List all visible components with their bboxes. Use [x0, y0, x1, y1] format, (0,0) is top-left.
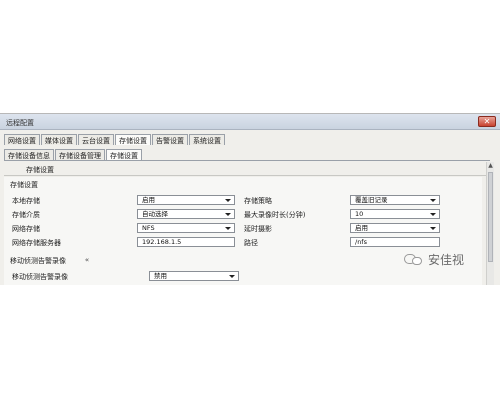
- settings-content: 存储设置 本地存储 启用 存储介质 自动选择 网络存储 NFS 网络存储服务器 …: [4, 177, 482, 285]
- tab-divider: [4, 160, 490, 161]
- sub-tab-0[interactable]: 存储设备信息: [4, 149, 54, 160]
- dropdown-arrow-icon: [430, 199, 436, 202]
- chat-bubble-icon: [404, 252, 424, 268]
- sub-tab-bar: 存储设备信息 存储设备管理 存储设置: [4, 149, 143, 160]
- local-storage-value: 启用: [142, 196, 155, 204]
- panel-heading: 存储设置: [26, 166, 54, 174]
- main-tab-0[interactable]: 网络设置: [4, 134, 40, 145]
- path-label: 路径: [244, 239, 258, 247]
- nas-server-input[interactable]: 192.168.1.5: [137, 237, 235, 247]
- timelapse-select[interactable]: 启用: [350, 223, 440, 233]
- storage-policy-label: 存储策略: [244, 197, 272, 205]
- main-tab-5[interactable]: 系统设置: [189, 134, 225, 145]
- local-storage-label: 本地存储: [12, 197, 40, 205]
- group-title: 存储设置: [10, 181, 38, 189]
- dropdown-arrow-icon: [229, 275, 235, 278]
- scroll-thumb[interactable]: [488, 172, 493, 262]
- path-value: /nfs: [355, 238, 367, 246]
- main-tab-2[interactable]: 云台设置: [78, 134, 114, 145]
- network-storage-select[interactable]: NFS: [137, 223, 235, 233]
- main-tab-3[interactable]: 存储设置: [115, 134, 151, 145]
- storage-media-label: 存储介质: [12, 211, 40, 219]
- max-record-duration-select[interactable]: 10: [350, 209, 440, 219]
- local-storage-select[interactable]: 启用: [137, 195, 235, 205]
- storage-media-value: 自动选择: [142, 210, 168, 218]
- main-tab-1[interactable]: 媒体设置: [41, 134, 77, 145]
- title-bar: 远程配置 ✕: [0, 114, 500, 130]
- main-tab-bar: 网络设置 媒体设置 云台设置 存储设置 告警设置 系统设置: [4, 134, 226, 145]
- dropdown-arrow-icon: [225, 227, 231, 230]
- dropdown-arrow-icon: [430, 227, 436, 230]
- motion-record-select[interactable]: 禁用: [149, 271, 239, 281]
- nas-server-value: 192.168.1.5: [142, 238, 182, 246]
- storage-policy-value: 覆盖旧记录: [355, 196, 388, 204]
- sub-tab-2[interactable]: 存储设置: [106, 149, 142, 160]
- dropdown-arrow-icon: [430, 213, 436, 216]
- dropdown-arrow-icon: [225, 199, 231, 202]
- timelapse-label: 延时摄影: [244, 225, 272, 233]
- window-title: 远程配置: [6, 119, 34, 127]
- sub-tab-1[interactable]: 存储设备管理: [55, 149, 105, 160]
- max-record-duration-value: 10: [355, 210, 364, 218]
- path-input[interactable]: /nfs: [350, 237, 440, 247]
- storage-media-select[interactable]: 自动选择: [137, 209, 235, 219]
- watermark-text: 安佳视: [428, 253, 465, 267]
- close-button[interactable]: ✕: [478, 116, 496, 127]
- nas-server-label: 网络存储服务器: [12, 239, 61, 247]
- motion-record-section-title: 移动侦测告警录像: [10, 257, 66, 265]
- motion-record-value: 禁用: [154, 272, 167, 280]
- collapse-icon[interactable]: «: [83, 256, 91, 264]
- network-storage-value: NFS: [142, 224, 155, 232]
- dropdown-arrow-icon: [225, 213, 231, 216]
- divider: [4, 175, 486, 176]
- network-storage-label: 网络存储: [12, 225, 40, 233]
- storage-policy-select[interactable]: 覆盖旧记录: [350, 195, 440, 205]
- watermark: 安佳视: [404, 251, 464, 268]
- max-record-duration-label: 最大录像时长(分钟): [244, 211, 306, 219]
- vertical-scrollbar[interactable]: ▲: [486, 162, 494, 285]
- scroll-up-icon[interactable]: ▲: [487, 162, 494, 170]
- main-tab-4[interactable]: 告警设置: [152, 134, 188, 145]
- motion-record-label: 移动侦测告警录像: [12, 273, 68, 281]
- timelapse-value: 启用: [355, 224, 368, 232]
